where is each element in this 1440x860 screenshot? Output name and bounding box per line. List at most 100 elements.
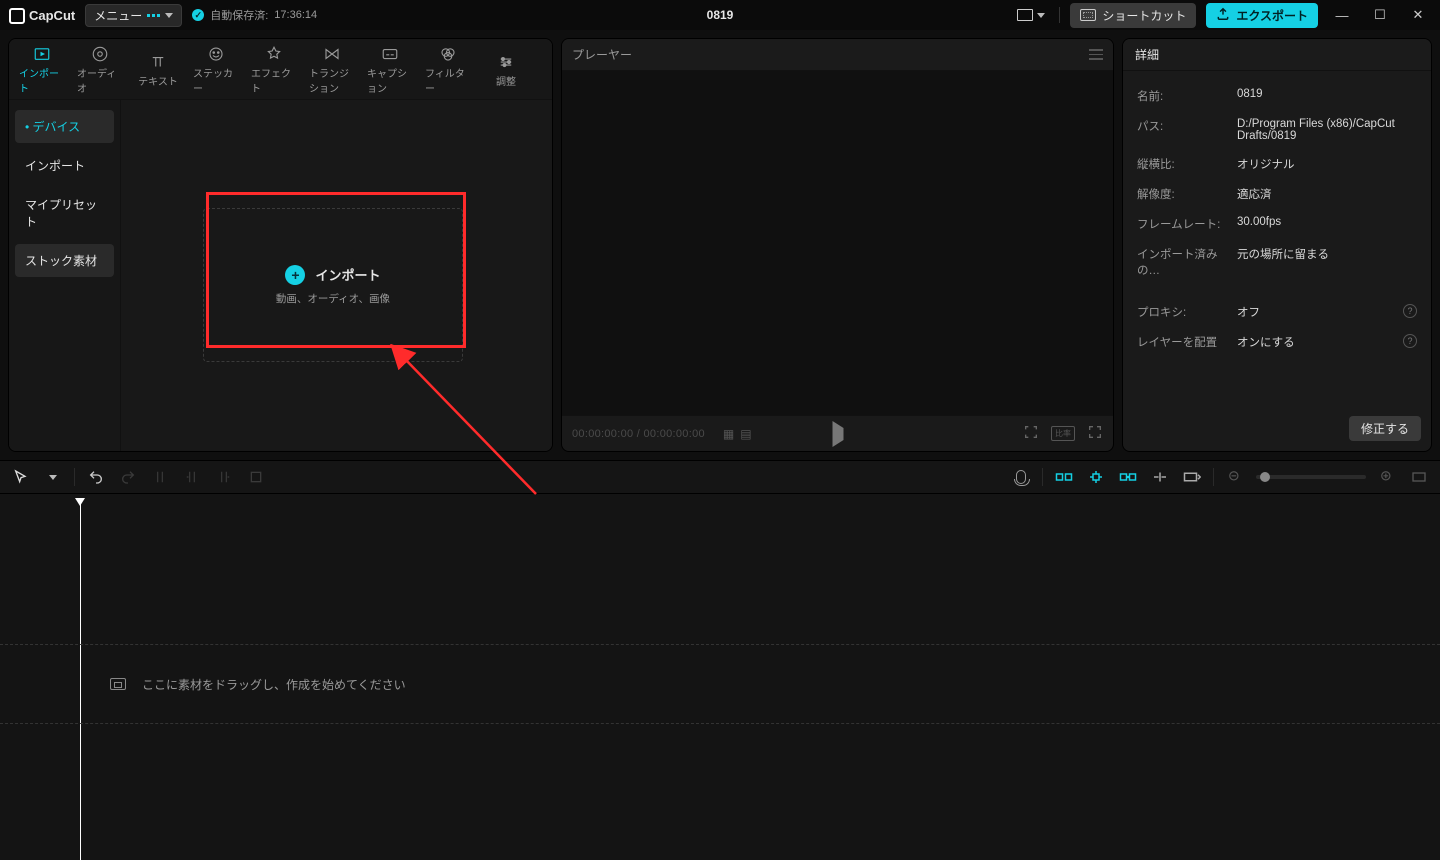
timeline-toolbar: [0, 460, 1440, 494]
menu-button[interactable]: メニュー: [85, 4, 182, 27]
tab-effect[interactable]: エフェクト: [245, 41, 303, 97]
title-bar: CapCut メニュー ✓ 自動保存済: 17:36:14 0819 ショートカ…: [0, 0, 1440, 30]
select-tool-dropdown[interactable]: [42, 466, 64, 488]
zoom-fit[interactable]: [1408, 466, 1430, 488]
details-body: 名前: 0819 パス: D:/Program Files (x86)/CapC…: [1123, 71, 1431, 408]
play-button[interactable]: [832, 421, 843, 447]
category-tabs: インポート オーディオ テキスト ステッカー: [9, 39, 552, 100]
zoom-in[interactable]: [1376, 466, 1398, 488]
zoom-slider[interactable]: [1256, 475, 1366, 479]
detail-row-path: パス: D:/Program Files (x86)/CapCut Drafts…: [1137, 111, 1417, 149]
slider-knob[interactable]: [1260, 472, 1270, 482]
select-tool[interactable]: [10, 466, 32, 488]
aspect-icon: [1017, 9, 1033, 21]
grid-a-icon[interactable]: ▦: [723, 427, 734, 441]
help-icon[interactable]: ?: [1403, 334, 1417, 348]
detail-row-name: 名前: 0819: [1137, 81, 1417, 111]
detail-key: レイヤーを配置: [1137, 334, 1237, 350]
fullscreen-icon[interactable]: [1087, 424, 1103, 443]
tab-label: オーディオ: [77, 65, 123, 95]
record-audio-button[interactable]: [1010, 466, 1032, 488]
sidetab-label: ストック素材: [25, 254, 97, 268]
detail-row-proxy[interactable]: プロキシ: オフ ?: [1137, 297, 1417, 327]
snap-toggle-b[interactable]: [1085, 466, 1107, 488]
tab-label: テキスト: [138, 73, 178, 88]
window-close-button[interactable]: ✕: [1404, 7, 1432, 23]
window-minimize-button[interactable]: —: [1328, 8, 1356, 23]
tab-filter[interactable]: フィルター: [419, 41, 477, 97]
tab-sticker[interactable]: ステッカー: [187, 41, 245, 97]
sidetab-device[interactable]: • デバイス: [15, 110, 114, 143]
detail-value: オリジナル: [1237, 156, 1417, 172]
player-viewport[interactable]: [562, 71, 1113, 415]
app-logo: CapCut: [10, 8, 75, 23]
split-tool[interactable]: [149, 466, 171, 488]
sticker-icon: [207, 45, 225, 63]
player-header: プレーヤー: [562, 39, 1113, 71]
detail-row-layer[interactable]: レイヤーを配置 オンにする ?: [1137, 327, 1417, 357]
tab-adjust[interactable]: 調整: [477, 41, 535, 97]
timeline[interactable]: ここに素材をドラッグし、作成を始めてください: [0, 494, 1440, 860]
detail-value: オフ: [1237, 304, 1397, 320]
detail-key: プロキシ:: [1137, 304, 1237, 320]
help-icon[interactable]: ?: [1403, 304, 1417, 318]
player-controls: 00:00:00:00 / 00:00:00:00 ▦ ▤ 比率: [562, 415, 1113, 451]
snap-toggle-c[interactable]: [1117, 466, 1139, 488]
details-panel: 詳細 名前: 0819 パス: D:/Program Files (x86)/C…: [1122, 38, 1432, 452]
autosave-status: ✓ 自動保存済: 17:36:14: [192, 7, 317, 23]
align-tool[interactable]: [1149, 466, 1171, 488]
filter-icon: [439, 45, 457, 63]
detail-value: 30.00fps: [1237, 216, 1417, 232]
annotation-highlight-box: [206, 192, 466, 348]
timeline-drop-track[interactable]: ここに素材をドラッグし、作成を始めてください: [0, 644, 1440, 724]
player-time: 00:00:00:00 / 00:00:00:00: [572, 428, 705, 440]
aspect-ratio-button[interactable]: [1013, 7, 1049, 23]
ratio-indicator[interactable]: 比率: [1051, 426, 1075, 441]
sidetab-mypreset[interactable]: マイプリセット: [15, 188, 114, 238]
snap-toggle-a[interactable]: [1053, 466, 1075, 488]
media-side-tabs: • デバイス インポート マイプリセット ストック素材: [9, 100, 121, 451]
audio-icon: [91, 45, 109, 63]
redo-button[interactable]: [117, 466, 139, 488]
tab-label: ステッカー: [193, 65, 239, 95]
detail-key: 縦横比:: [1137, 156, 1237, 172]
detail-value: 適応済: [1237, 186, 1417, 202]
microphone-icon: [1016, 470, 1026, 484]
undo-button[interactable]: [85, 466, 107, 488]
tab-transition[interactable]: トランジション: [303, 41, 361, 97]
scan-icon[interactable]: [1023, 424, 1039, 443]
preview-tool[interactable]: [1181, 466, 1203, 488]
export-button[interactable]: エクスポート: [1206, 3, 1318, 28]
chevron-down-icon: [1037, 13, 1045, 18]
fix-button[interactable]: 修正する: [1349, 416, 1421, 441]
sidetab-import[interactable]: インポート: [15, 149, 114, 182]
transition-icon: [323, 45, 341, 63]
shortcuts-label: ショートカット: [1102, 7, 1186, 24]
shortcuts-button[interactable]: ショートカット: [1070, 3, 1196, 28]
sidetab-stock[interactable]: ストック素材: [15, 244, 114, 277]
player-panel: プレーヤー 00:00:00:00 / 00:00:00:00 ▦ ▤ 比率: [561, 38, 1114, 452]
detail-key: パス:: [1137, 118, 1237, 142]
tab-label: エフェクト: [251, 65, 297, 95]
sidetab-label: マイプリセット: [25, 198, 97, 229]
zoom-out[interactable]: [1224, 466, 1246, 488]
grid-b-icon[interactable]: ▤: [740, 427, 751, 441]
tab-caption[interactable]: キャプション: [361, 41, 419, 97]
crop-tool[interactable]: [245, 466, 267, 488]
trim-left[interactable]: [181, 466, 203, 488]
tab-label: インポート: [19, 65, 65, 95]
player-options-icon[interactable]: [1089, 49, 1103, 60]
chevron-down-icon: [165, 13, 173, 18]
tab-audio[interactable]: オーディオ: [71, 41, 129, 97]
details-footer: 修正する: [1123, 408, 1431, 451]
trim-right[interactable]: [213, 466, 235, 488]
detail-row-resolution: 解像度: 適応済: [1137, 179, 1417, 209]
tab-import[interactable]: インポート: [13, 41, 71, 97]
detail-key: インポート済みの…: [1137, 246, 1237, 278]
player-title: プレーヤー: [572, 46, 632, 63]
app-name: CapCut: [29, 8, 75, 23]
detail-row-fps: フレームレート: 30.00fps: [1137, 209, 1417, 239]
capcut-logo-icon: [10, 8, 24, 22]
tab-text[interactable]: テキスト: [129, 41, 187, 97]
window-maximize-button[interactable]: ☐: [1366, 7, 1394, 23]
